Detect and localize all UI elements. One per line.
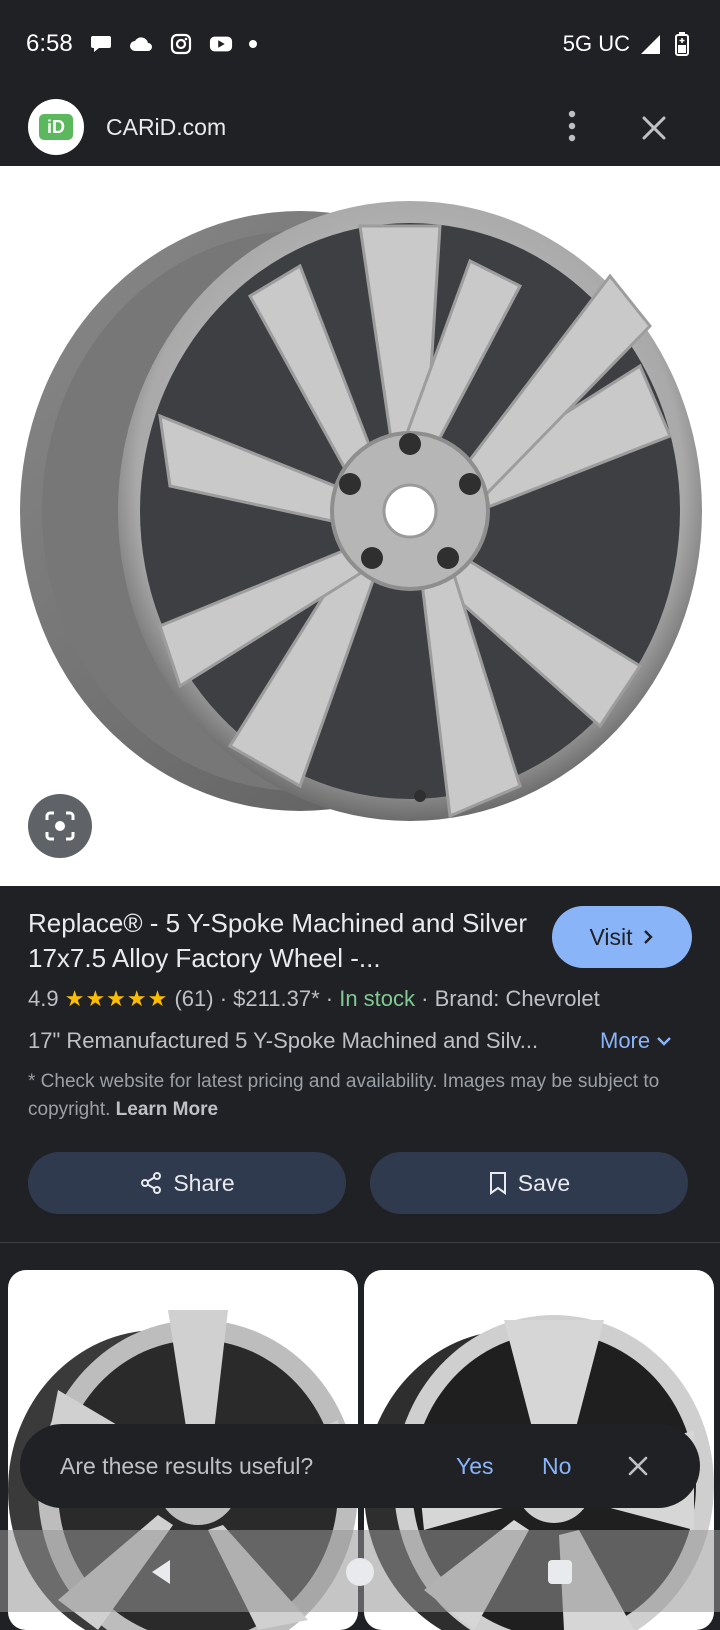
status-bar: 6:58 5G UC	[0, 0, 720, 88]
chevron-down-icon	[657, 1037, 671, 1046]
share-label: Share	[173, 1169, 235, 1196]
chat-bubble-icon	[89, 32, 113, 56]
product-title[interactable]: Replace® - 5 Y-Spoke Machined and Silver…	[28, 906, 528, 976]
stock-status: In stock	[339, 986, 416, 1011]
rating-stars: ★★★★★	[64, 986, 169, 1011]
site-logo[interactable]: iD	[28, 99, 84, 155]
save-button[interactable]: Save	[370, 1152, 688, 1214]
close-icon[interactable]	[636, 110, 672, 146]
review-count: (61)	[174, 986, 214, 1011]
source-header: iD CARiD.com	[0, 88, 720, 166]
learn-more-link[interactable]: Learn More	[116, 1099, 218, 1120]
lens-search-button[interactable]	[28, 794, 92, 858]
product-description: 17" Remanufactured 5 Y-Spoke Machined an…	[28, 1028, 539, 1053]
more-button[interactable]: More	[600, 1028, 672, 1054]
feedback-toast: Are these results useful? Yes No	[20, 1424, 700, 1508]
bookmark-icon	[489, 1172, 506, 1195]
network-label: 5G UC	[562, 31, 630, 56]
visit-label: Visit	[589, 923, 633, 950]
share-button[interactable]: Share	[28, 1152, 346, 1214]
share-icon	[141, 1172, 162, 1194]
rating-value: 4.9	[28, 986, 59, 1011]
cloud-icon	[129, 32, 153, 56]
disclaimer: * Check website for latest pricing and a…	[28, 1068, 678, 1124]
close-icon[interactable]	[624, 1452, 652, 1480]
save-label: Save	[517, 1169, 571, 1196]
separator: ·	[219, 986, 228, 1011]
product-meta: 4.9 ★★★★★ (61) · $211.37* · In stock · B…	[28, 986, 600, 1012]
price: $211.37*	[233, 986, 320, 1011]
brand: Brand: Chevrolet	[434, 986, 600, 1011]
lens-icon	[45, 811, 75, 841]
battery-charging-icon	[670, 32, 694, 56]
signal-icon	[638, 32, 662, 56]
divider	[0, 1242, 720, 1243]
site-logo-text: iD	[39, 114, 73, 140]
feedback-question: Are these results useful?	[60, 1452, 314, 1479]
more-label: More	[600, 1028, 651, 1053]
notification-dot-icon	[248, 40, 257, 48]
feedback-no-button[interactable]: No	[542, 1453, 571, 1480]
more-vertical-icon[interactable]	[560, 106, 584, 146]
separator: ·	[325, 986, 334, 1011]
status-time: 6:58	[26, 30, 73, 57]
feedback-yes-button[interactable]: Yes	[456, 1453, 494, 1480]
site-name[interactable]: CARiD.com	[106, 114, 226, 141]
instagram-icon	[169, 32, 193, 56]
separator: ·	[421, 986, 429, 1011]
product-image[interactable]	[0, 166, 720, 886]
youtube-icon	[209, 32, 233, 56]
chevron-right-icon	[643, 930, 653, 944]
visit-button[interactable]: Visit	[552, 906, 692, 968]
